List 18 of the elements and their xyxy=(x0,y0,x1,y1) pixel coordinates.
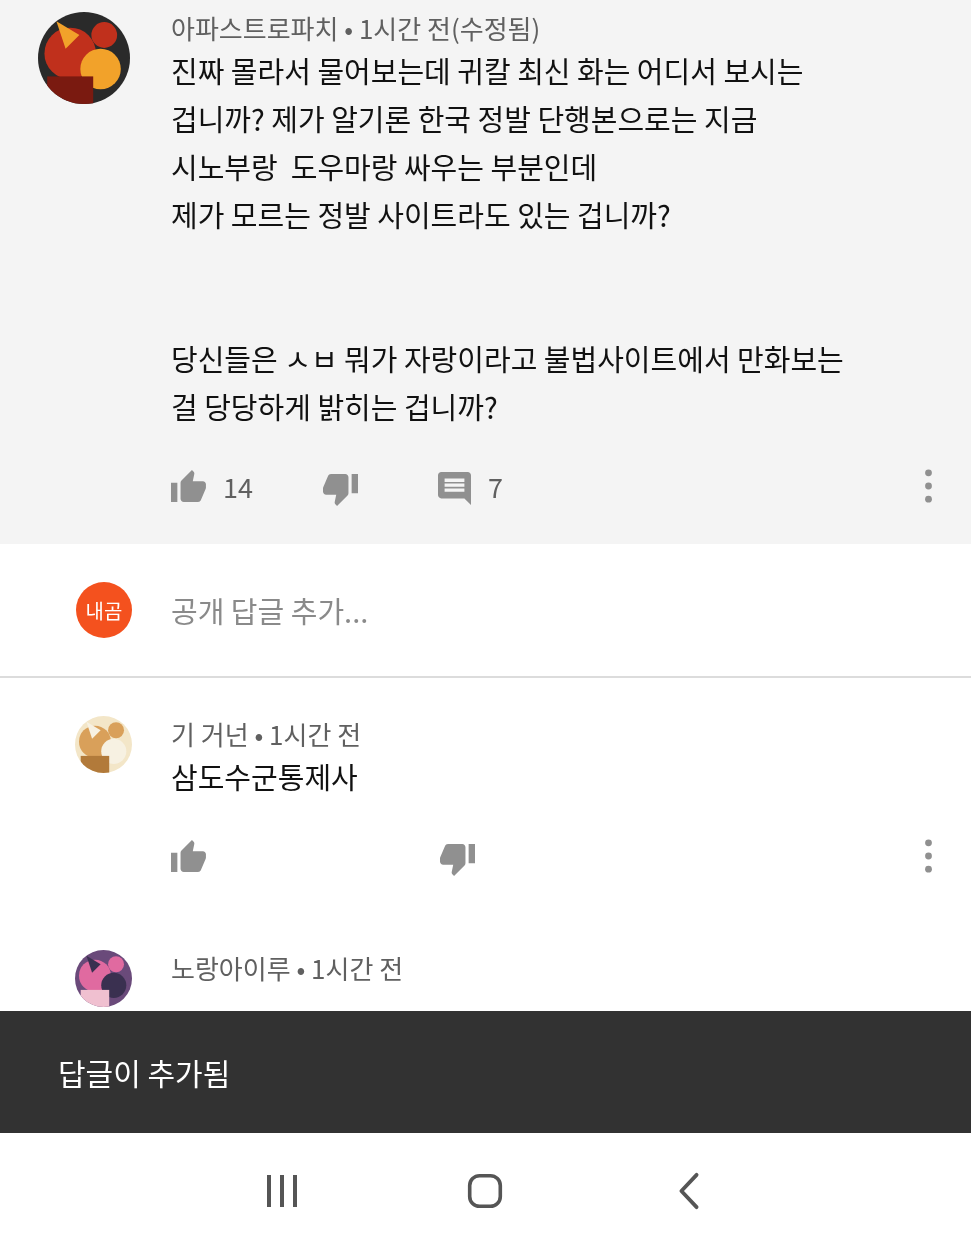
reply-count: 7 xyxy=(488,466,503,506)
comment-meta: 아파스트로파치 • 1시간 전(수정됨) xyxy=(171,10,542,46)
like-count: 14 xyxy=(223,466,254,506)
comment-icon[interactable] xyxy=(438,471,471,505)
reply-input-field[interactable]: 공개 답글 추가... xyxy=(171,589,771,631)
thumbs-up-icon[interactable] xyxy=(171,470,206,502)
more-options-icon[interactable] xyxy=(924,469,933,503)
user-avatar: 내곰 xyxy=(76,582,132,638)
thumbs-up-icon[interactable] xyxy=(171,840,206,872)
comment-meta: 기 거넌 • 1시간 전 xyxy=(171,716,363,752)
comment-text: 삼도수군통제사 xyxy=(171,754,359,799)
comment-text: 진짜 몰라서 물어보는데 귀칼 최신 화는 어디서 보시는 겁니까? 제가 알기론 한국 정발 단행본으로는 지금 시노부랑 도우마랑 싸우는 부분인데 제가 모르는 정발 사이트라도 있는 겁니까? 당신들은 ㅅㅂ 뭐가 자랑이라고 불법사이트에서 만화보는 걸 당당하게 밝히는 겁니까? xyxy=(171,48,845,429)
more-options-icon[interactable] xyxy=(924,839,933,873)
comment-meta: 노랑아이루 • 1시간 전 xyxy=(171,950,405,986)
thumbs-down-icon[interactable] xyxy=(323,474,358,506)
home-icon[interactable] xyxy=(467,1172,504,1210)
snackbar-message: 답글이 추가됨 xyxy=(58,1050,231,1094)
thumbs-down-icon[interactable] xyxy=(440,844,475,876)
